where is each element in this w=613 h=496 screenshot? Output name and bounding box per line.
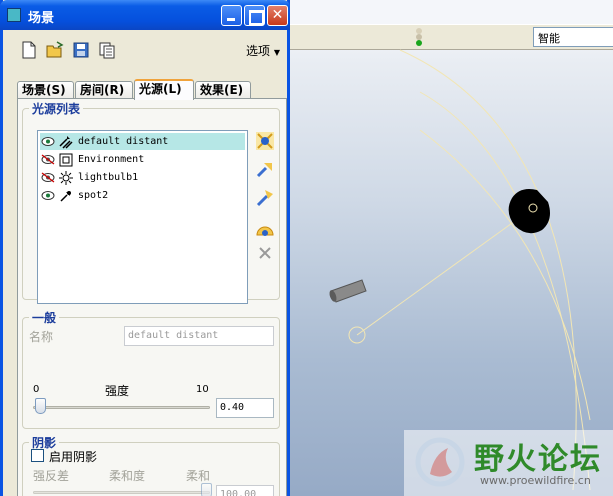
minimize-button[interactable]: [221, 5, 242, 26]
chevron-down-icon: ▼: [273, 48, 280, 57]
tab-scene[interactable]: 场景(S): [17, 81, 74, 99]
scene-dialog: 场景 ✕ 选项 ▼ 场景(S) 房间(R) 光源(L) 效果(E) 光源列表 d…: [0, 0, 290, 496]
options-menu-label: 选项: [246, 44, 271, 58]
intensity-max-label: 10: [196, 384, 209, 395]
light-arc-inner: [419, 129, 591, 421]
dialog-title-bar[interactable]: 场景 ✕: [0, 0, 290, 30]
softness-slider-track[interactable]: [33, 491, 210, 494]
light-arc-middle: [399, 49, 577, 491]
light-item-name: lightbulb1: [78, 172, 139, 183]
softness-label: 柔和度: [109, 469, 146, 483]
spot-light-icon: [60, 191, 71, 202]
hard-contrast-label: 强反差: [33, 469, 70, 483]
enable-shadow-checkbox[interactable]: [31, 449, 44, 462]
hidden-eye-icon[interactable]: [41, 154, 55, 165]
light-item-lightbulb1[interactable]: lightbulb1: [40, 169, 245, 186]
lightbulb-icon: [59, 171, 73, 185]
spot-direction-line: [356, 207, 534, 336]
add-environment-light-icon[interactable]: [255, 219, 275, 239]
enable-shadow-label: 启用阴影: [49, 450, 98, 464]
close-icon: ✕: [271, 7, 284, 23]
soft-label: 柔和: [186, 469, 211, 483]
new-file-icon[interactable]: [19, 40, 39, 60]
copy-icon[interactable]: [97, 40, 117, 60]
intensity-slider-track[interactable]: [33, 406, 210, 409]
general-group-title: 一般: [29, 309, 60, 326]
delete-light-icon[interactable]: [255, 243, 275, 263]
light-item-spot2[interactable]: spot2: [40, 187, 245, 204]
tab-lights[interactable]: 光源(L): [134, 79, 194, 100]
softness-slider-thumb[interactable]: [201, 483, 212, 496]
open-folder-icon[interactable]: [45, 40, 65, 60]
dialog-toolbar: 选项 ▼: [3, 30, 287, 70]
light-name-field[interactable]: default distant: [124, 326, 274, 346]
options-menu-button[interactable]: 选项 ▼: [246, 42, 280, 59]
spot-light-icon: [508, 189, 550, 234]
shadow-group: 阴影 启用阴影 强反差 柔和度 柔和 100.00: [22, 434, 280, 496]
add-distant-light-icon[interactable]: [255, 131, 275, 151]
intensity-min-label: 0: [33, 384, 40, 395]
environment-light-icon: [59, 153, 73, 167]
watermark-logo-icon: [415, 437, 465, 487]
light-list[interactable]: default distant Environment lightbulb1 s…: [37, 130, 248, 304]
tab-effects[interactable]: 效果(E): [195, 81, 251, 99]
light-list-group: 光源列表 default distant Environment lightbu…: [22, 100, 280, 304]
save-icon[interactable]: [71, 40, 91, 60]
visible-eye-icon[interactable]: [41, 136, 55, 147]
general-group: 一般 名称 default distant 强度 0 10 0.40: [22, 309, 280, 429]
light-list-title: 光源列表: [29, 100, 84, 117]
intensity-value-field[interactable]: 0.40: [216, 398, 274, 418]
light-item-name: Environment: [78, 154, 145, 165]
light-item-name: default distant: [78, 136, 169, 147]
intensity-slider-thumb[interactable]: [35, 398, 47, 414]
tab-room[interactable]: 房间(R): [75, 81, 133, 99]
intensity-label: 强度: [105, 384, 130, 398]
distant-light-icon: [329, 279, 367, 303]
scene-app-icon: [7, 8, 21, 22]
close-button[interactable]: ✕: [267, 5, 288, 26]
dialog-title: 场景: [28, 11, 55, 26]
name-label: 名称: [29, 330, 54, 344]
watermark: 野火论坛 www.proewildfire.cn: [404, 430, 613, 496]
hidden-eye-icon[interactable]: [41, 172, 55, 183]
add-spot-light-icon[interactable]: [255, 160, 275, 180]
light-item-environment[interactable]: Environment: [40, 151, 245, 168]
lights-tab-panel: 光源列表 default distant Environment lightbu…: [17, 98, 287, 496]
softness-value-field[interactable]: 100.00: [216, 485, 274, 496]
watermark-title: 野火论坛: [474, 442, 602, 477]
light-item-name: spot2: [78, 190, 109, 201]
add-point-light-icon[interactable]: [255, 188, 275, 208]
maximize-button[interactable]: [244, 5, 265, 26]
distant-light-icon: [59, 136, 73, 149]
visible-eye-icon[interactable]: [41, 190, 55, 201]
watermark-url: www.proewildfire.cn: [480, 474, 591, 487]
light-item-default-distant[interactable]: default distant: [40, 133, 245, 150]
